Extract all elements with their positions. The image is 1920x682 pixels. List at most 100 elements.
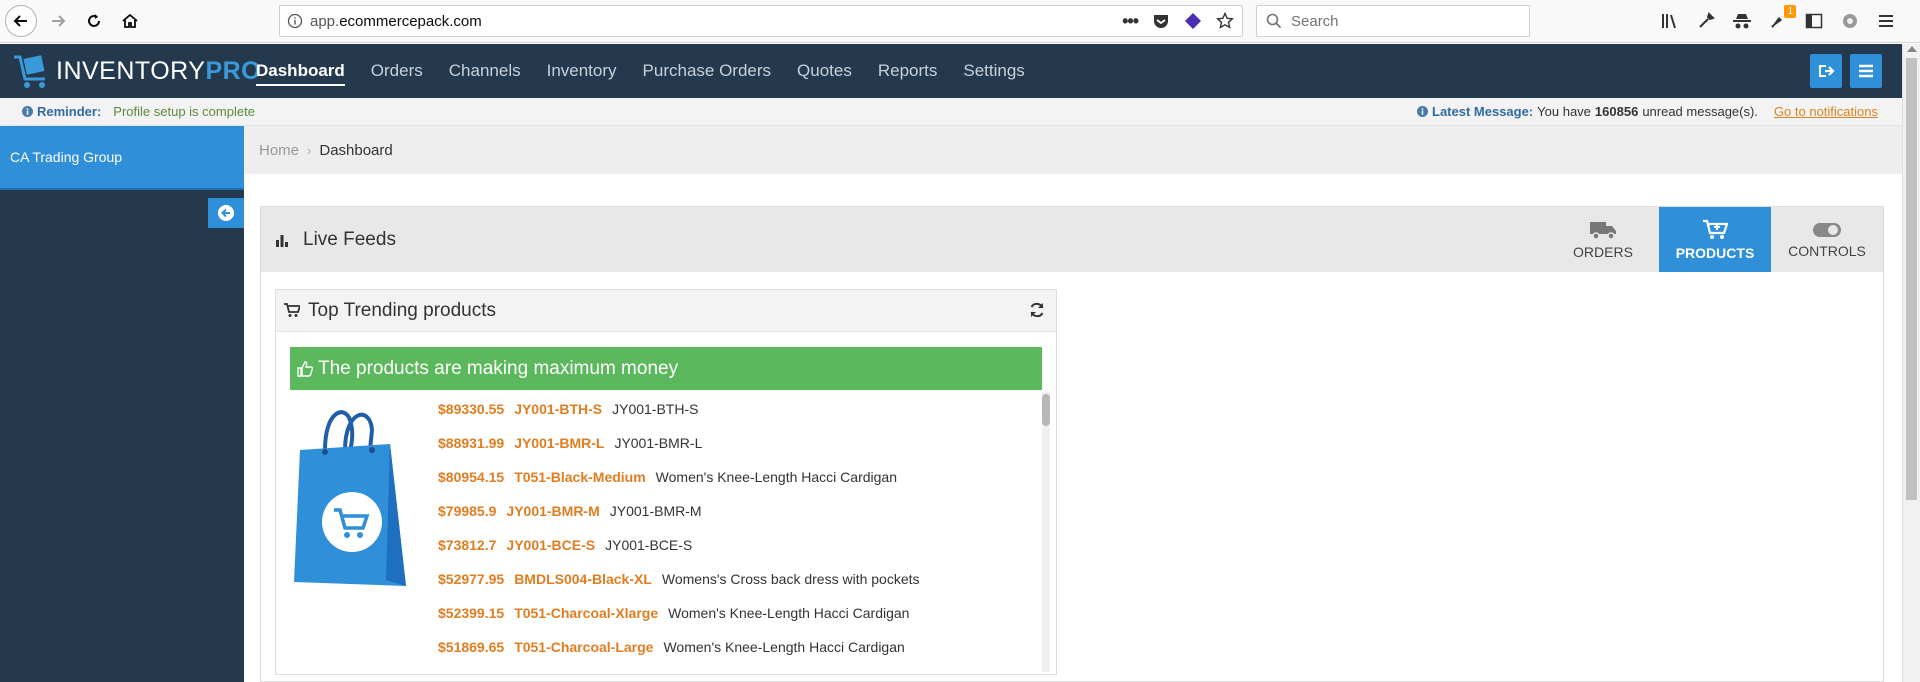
breadcrumb-current: Dashboard: [319, 141, 393, 159]
info-icon[interactable]: [280, 13, 310, 29]
browser-toolbar: app.ecommercepack.com ••• Search 1: [0, 0, 1920, 43]
nav-inventory[interactable]: Inventory: [547, 44, 617, 98]
eyedropper-icon[interactable]: [1696, 11, 1716, 31]
product-list: $89330.55 JY001-BTH-S JY001-BTH-S $88931…: [438, 392, 1038, 672]
success-banner: The products are making maximum money: [290, 347, 1042, 390]
pocket-icon[interactable]: [1152, 12, 1170, 30]
breadcrumb-home[interactable]: Home: [259, 142, 299, 159]
top-trending-title: Top Trending products: [308, 299, 497, 321]
home-button[interactable]: [114, 5, 146, 37]
list-item[interactable]: $89330.55 JY001-BTH-S JY001-BTH-S: [438, 392, 1038, 426]
menu-hamburger-icon[interactable]: [1876, 11, 1896, 31]
product-name: Women's Knee-Length Hacci Cardigan: [668, 605, 910, 621]
shopping-bag-icon: [294, 410, 406, 586]
info-circle-icon: [1417, 106, 1429, 117]
forward-button[interactable]: [42, 5, 74, 37]
product-name: JY001-BTH-S: [612, 401, 699, 417]
url-bar[interactable]: app.ecommercepack.com •••: [279, 5, 1243, 37]
list-item[interactable]: $52977.95 BMDLS004-Black-XL Womens's Cro…: [438, 562, 1038, 596]
nav-orders[interactable]: Orders: [371, 44, 423, 98]
product-price: $80954.15: [438, 469, 505, 485]
arrow-left-icon: [13, 15, 27, 27]
product-price: $88931.99: [438, 435, 505, 451]
product-price: $52977.95: [438, 571, 505, 587]
page-scrollbar[interactable]: [1902, 44, 1920, 682]
incognito-icon[interactable]: [1732, 11, 1752, 31]
tab-controls[interactable]: CONTROLS: [1771, 207, 1883, 272]
main-content: Home › Dashboard Live Feeds ORDERS PRODU…: [244, 126, 1902, 682]
nav-quotes[interactable]: Quotes: [797, 44, 852, 98]
product-sku[interactable]: JY001-BMR-M: [506, 503, 599, 519]
notifications-link[interactable]: Go to notifications: [1774, 104, 1878, 119]
logout-button[interactable]: [1810, 54, 1842, 88]
product-sku[interactable]: JY001-BMR-L: [514, 435, 604, 451]
product-price: $79985.9: [438, 503, 497, 519]
scrollbar-thumb[interactable]: [1042, 394, 1050, 426]
sidebar-collapse-button[interactable]: [208, 198, 244, 228]
menu-button[interactable]: [1850, 54, 1882, 88]
live-feeds-panel: Live Feeds ORDERS PRODUCTS CONTROLS Top …: [260, 206, 1884, 682]
list-item[interactable]: $79985.9 JY001-BMR-M JY001-BMR-M: [438, 494, 1038, 528]
product-sku[interactable]: JY001-BTH-S: [514, 401, 602, 417]
toggle-icon: [1813, 222, 1841, 237]
chevron-right-icon: ›: [307, 142, 312, 158]
product-sku[interactable]: T051-Charcoal-Large: [514, 639, 653, 655]
arrow-circle-left-icon: [218, 205, 234, 221]
company-name[interactable]: CA Trading Group: [0, 126, 244, 190]
library-icon[interactable]: [1660, 11, 1680, 31]
notification-badge: 1: [1784, 5, 1796, 18]
truck-icon: [1590, 221, 1616, 240]
logo[interactable]: INVENTORYPRO: [12, 50, 261, 92]
list-item[interactable]: $51869.65 T051-Charcoal-Large Women's Kn…: [438, 630, 1038, 664]
reload-button[interactable]: [78, 5, 110, 37]
nav-dashboard[interactable]: Dashboard: [256, 44, 345, 98]
tab-orders[interactable]: ORDERS: [1547, 207, 1659, 272]
message-suffix: unread message(s).: [1642, 104, 1758, 119]
product-name: Women's Knee-Length Hacci Cardigan: [663, 639, 905, 655]
notification-addon-icon[interactable]: 1: [1768, 5, 1796, 31]
product-sku[interactable]: T051-Black-Medium: [514, 469, 645, 485]
product-name: Women's Knee-Length Hacci Cardigan: [655, 469, 897, 485]
latest-message-label: Latest Message:: [1432, 104, 1534, 119]
tab-products[interactable]: PRODUCTS: [1659, 207, 1771, 272]
product-sku[interactable]: JY001-BCE-S: [506, 537, 595, 553]
back-button[interactable]: [5, 5, 37, 37]
nav-purchase-orders[interactable]: Purchase Orders: [643, 44, 772, 98]
product-sku[interactable]: T051-Charcoal-Xlarge: [514, 605, 658, 621]
browser-search-input[interactable]: Search: [1256, 5, 1530, 37]
nav-reports[interactable]: Reports: [878, 44, 938, 98]
cart-logo-icon: [14, 55, 45, 88]
settings-gear-icon[interactable]: [1840, 11, 1860, 31]
refresh-icon: [1030, 302, 1044, 318]
product-name: Womens's Cross back dress with pockets: [661, 571, 920, 587]
message-count: 160856: [1594, 104, 1639, 119]
product-price: $52399.15: [438, 605, 505, 621]
list-item[interactable]: $88931.99 JY001-BMR-L JY001-BMR-L: [438, 426, 1038, 460]
main-nav: Dashboard Orders Channels Inventory Purc…: [256, 44, 1051, 98]
bookmark-star-icon[interactable]: [1216, 12, 1234, 30]
list-item[interactable]: $73812.7 JY001-BCE-S JY001-BCE-S: [438, 528, 1038, 562]
page-actions-icon[interactable]: •••: [1122, 11, 1139, 32]
reload-icon: [88, 14, 100, 27]
list-item[interactable]: $80954.15 T051-Black-Medium Women's Knee…: [438, 460, 1038, 494]
nav-settings[interactable]: Settings: [963, 44, 1024, 98]
arrow-right-icon: [52, 15, 66, 27]
search-icon: [1257, 13, 1291, 29]
refresh-button[interactable]: [1028, 301, 1046, 319]
menu-icon: [1859, 64, 1873, 78]
bar-chart-icon: [276, 234, 288, 247]
sidebar-toggle-icon[interactable]: [1804, 11, 1824, 31]
breadcrumb: Home › Dashboard: [244, 126, 1902, 174]
product-list-scrollbar[interactable]: [1042, 392, 1050, 672]
nav-channels[interactable]: Channels: [449, 44, 521, 98]
info-circle-icon: [22, 106, 33, 117]
extension-icon[interactable]: [1184, 12, 1202, 30]
list-item[interactable]: $52399.15 T051-Charcoal-Xlarge Women's K…: [438, 596, 1038, 630]
product-sku[interactable]: BMDLS004-Black-XL: [514, 571, 652, 587]
page-scrollbar-thumb[interactable]: [1906, 58, 1917, 500]
scroll-up-arrow-icon[interactable]: [1907, 46, 1917, 52]
cart-plus-icon: [1703, 219, 1728, 239]
home-icon: [122, 13, 138, 28]
product-name: JY001-BMR-M: [609, 503, 702, 519]
reminder-label: Reminder:: [37, 104, 102, 119]
